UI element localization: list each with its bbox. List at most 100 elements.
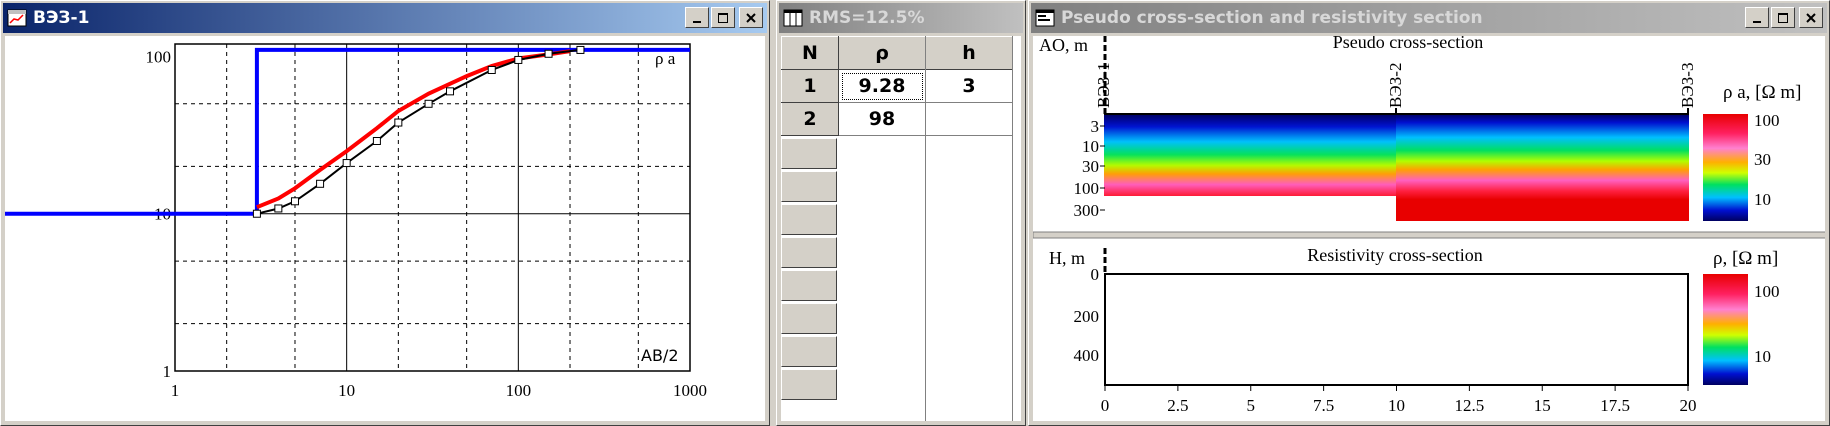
pseudo-section-image[interactable] [1104,113,1689,221]
pseudo-title: Pseudo cross-section [1333,36,1483,52]
station-marker[interactable]: ВЭЗ-1 [1094,36,1113,114]
window-title: ВЭЗ-1 [33,8,90,28]
res-legend-title: ρ, [Ω m] [1713,248,1778,269]
app-icon [7,9,27,27]
close-button[interactable] [1799,7,1823,28]
h-cell[interactable] [925,102,1013,136]
res-x-tick: 20 [1680,396,1697,415]
pseudo-y-tick: 30 [1082,157,1099,176]
window-title: Pseudo cross-section and resistivity sec… [1061,8,1483,28]
legend-tick: 10 [1754,190,1771,209]
observed-point [544,49,553,58]
res-x-tick: 2.5 [1167,396,1188,415]
x-tick-label: 1 [171,381,180,400]
empty-table-row [781,204,837,235]
column-divider [925,36,926,421]
section-window: Pseudo cross-section and resistivity sec… [1028,0,1830,426]
close-icon [746,12,756,23]
window-title: RMS=12.5% [809,8,925,28]
pseudo-color-legend [1703,114,1748,221]
x-tick-label: 1000 [673,381,707,400]
empty-table-row [781,171,837,202]
pseudo-y-tick: 300 [1074,201,1100,220]
res-x-tick: 7.5 [1313,396,1334,415]
close-icon [1806,12,1816,23]
rho-cell[interactable]: 98 [838,102,926,136]
column-header-h[interactable]: h [925,36,1013,70]
res-color-legend [1703,274,1748,385]
x-tick-label: 100 [506,381,532,400]
table-row: 2 98 [781,102,1013,136]
observed-point [487,66,496,75]
table-window: RMS=12.5% N ρ h 1 9.28 3 2 98 [776,0,1026,426]
maximize-icon [718,12,728,23]
pseudo-y-tick: 3 [1091,117,1100,136]
res-title: Resistivity cross-section [1307,245,1482,265]
station-marker[interactable]: ВЭЗ-3 [1678,63,1697,114]
empty-table-row [781,303,837,334]
res-x-tick: 5 [1247,396,1256,415]
layer-table-area: N ρ h 1 9.28 3 2 98 [781,36,1021,421]
legend-tick: 100 [1754,111,1780,130]
section-area: AO, m Pseudo cross-section ВЭЗ-1 ВЭЗ-2 В… [1033,36,1825,421]
observed-point [514,55,523,64]
station-marker[interactable]: ВЭЗ-2 [1386,63,1405,114]
minimize-button[interactable] [685,7,709,28]
observed-point [290,197,299,206]
observed-point [576,45,585,54]
x-axis-label: AB/2 [641,346,679,365]
ves-window: ВЭЗ-1 1 10 100 1000 100 10 1 ρ a AB/2 [0,0,770,426]
rho-cell[interactable]: 9.28 [838,69,926,103]
table-titlebar[interactable]: RMS=12.5% [779,3,1023,33]
observed-point [252,209,261,218]
y-tick-label: 100 [146,47,172,66]
empty-table-row [781,270,837,301]
res-x-tick: 10 [1388,396,1405,415]
empty-table-row [781,336,837,367]
maximize-icon [1778,12,1788,23]
maximize-button[interactable] [1771,7,1795,28]
observed-point [394,118,403,127]
res-y-label: H, m [1049,248,1085,268]
column-divider [1012,36,1013,421]
row-number[interactable]: 2 [781,102,839,136]
column-header-rho[interactable]: ρ [838,36,926,70]
column-header-n[interactable]: N [781,36,839,70]
legend-tick: 10 [1754,347,1771,366]
observed-point [342,159,351,168]
res-x-tick: 17.5 [1600,396,1630,415]
sounding-curve-chart: 1 10 100 1000100101 ρ a AB/2 [5,43,707,400]
observed-point [372,137,381,146]
minimize-icon [1753,20,1761,23]
res-x-tick: 12.5 [1455,396,1485,415]
section-canvas: AO, m Pseudo cross-section ВЭЗ-1 ВЭЗ-2 В… [1033,36,1825,415]
observed-point [316,179,325,188]
res-x-tick: 0 [1101,396,1110,415]
splitter[interactable] [1033,231,1825,239]
empty-table-row [781,369,837,400]
close-button[interactable] [739,7,763,28]
pseudo-y-tick: 10 [1082,137,1099,156]
section-titlebar[interactable]: Pseudo cross-section and resistivity sec… [1031,3,1827,33]
empty-table-row [781,237,837,268]
curve-label: ρ a [655,49,676,68]
table-row: 1 9.28 3 [781,69,1013,103]
maximize-button[interactable] [711,7,735,28]
res-x-tick: 15 [1534,396,1551,415]
station-label: ВЭЗ-3 [1678,63,1697,108]
pseudo-legend-title: ρ a, [Ω m] [1723,82,1801,103]
section-icon [1035,9,1055,27]
row-number[interactable]: 1 [781,69,839,103]
ves-titlebar[interactable]: ВЭЗ-1 [3,3,767,33]
x-tick-label: 10 [338,381,355,400]
layer-table: N ρ h 1 9.28 3 2 98 [781,36,1013,136]
h-cell[interactable]: 3 [925,69,1013,103]
legend-tick: 100 [1754,282,1780,301]
resistivity-section-image[interactable] [1104,273,1689,386]
res-y-tick: 400 [1074,346,1100,365]
y-tick-label: 1 [163,362,172,381]
legend-tick: 30 [1754,150,1771,169]
observed-point [274,204,283,213]
minimize-button[interactable] [1745,7,1769,28]
observed-point [446,87,455,96]
